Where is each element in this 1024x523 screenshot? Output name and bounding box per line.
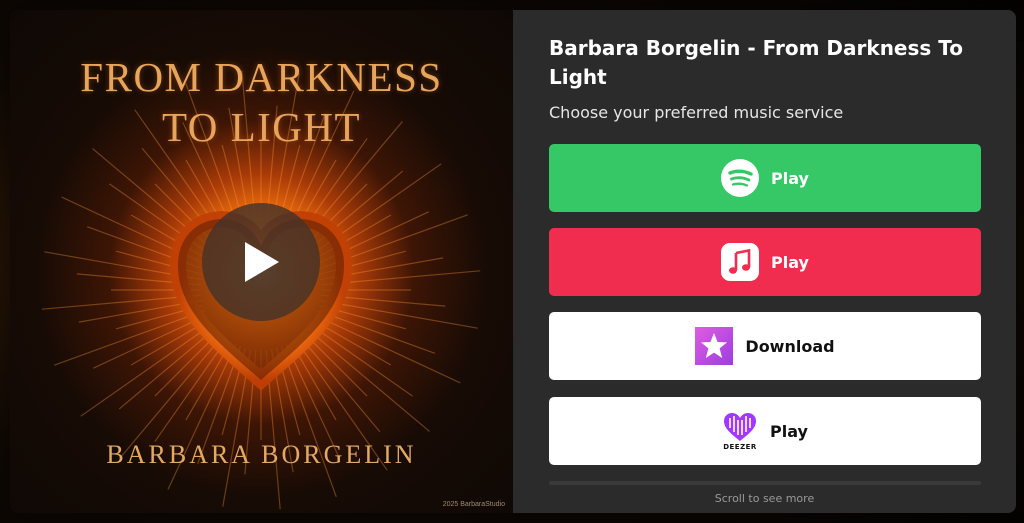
light-ray — [299, 335, 381, 433]
panel-subtitle: Choose your preferred music service — [549, 103, 844, 122]
light-ray — [93, 314, 207, 369]
itunes-star-icon — [695, 327, 734, 365]
album-copyright: 2025 BarbaraStudio — [442, 501, 505, 508]
light-ray — [309, 323, 413, 397]
light-ray — [118, 328, 216, 410]
preview-play-button[interactable] — [202, 203, 320, 321]
apple-music-label: Play — [771, 252, 809, 272]
download-label: Download — [745, 336, 835, 356]
itunes-download-button[interactable]: Download — [549, 312, 981, 380]
light-ray — [280, 346, 337, 497]
next-service-peek[interactable] — [549, 481, 981, 485]
smartlink-card: FROM DARKNESS TO LIGHT BARBARA BORGELIN … — [10, 10, 1016, 513]
apple-music-icon — [721, 243, 760, 281]
spotify-icon — [721, 159, 760, 197]
spotify-play-button[interactable]: Play — [549, 144, 981, 212]
album-artist-art: BARBARA BORGELIN — [106, 440, 417, 469]
spotify-label: Play — [771, 168, 809, 188]
light-ray — [315, 314, 461, 384]
light-ray — [154, 338, 228, 442]
album-artwork: FROM DARKNESS TO LIGHT BARBARA BORGELIN … — [10, 10, 513, 513]
light-ray — [54, 309, 205, 366]
deezer-play-button[interactable]: DEEZER Play — [549, 397, 981, 465]
deezer-icon: DEEZER — [722, 412, 758, 451]
deezer-label: Play — [770, 421, 808, 441]
album-title-art: FROM DARKNESS TO LIGHT — [80, 54, 443, 150]
service-panel: Barbara Borgelin - From Darkness To Ligh… — [513, 10, 1016, 513]
release-title: Barbara Borgelin - From Darkness To Ligh… — [549, 36, 963, 89]
light-ray — [319, 299, 478, 329]
apple-music-play-button[interactable]: Play — [549, 228, 981, 296]
light-ray — [306, 328, 430, 432]
light-ray — [80, 323, 213, 417]
deezer-wordmark: DEEZER — [723, 442, 757, 451]
play-icon — [245, 242, 279, 282]
scroll-hint: Scroll to see more — [714, 492, 815, 505]
